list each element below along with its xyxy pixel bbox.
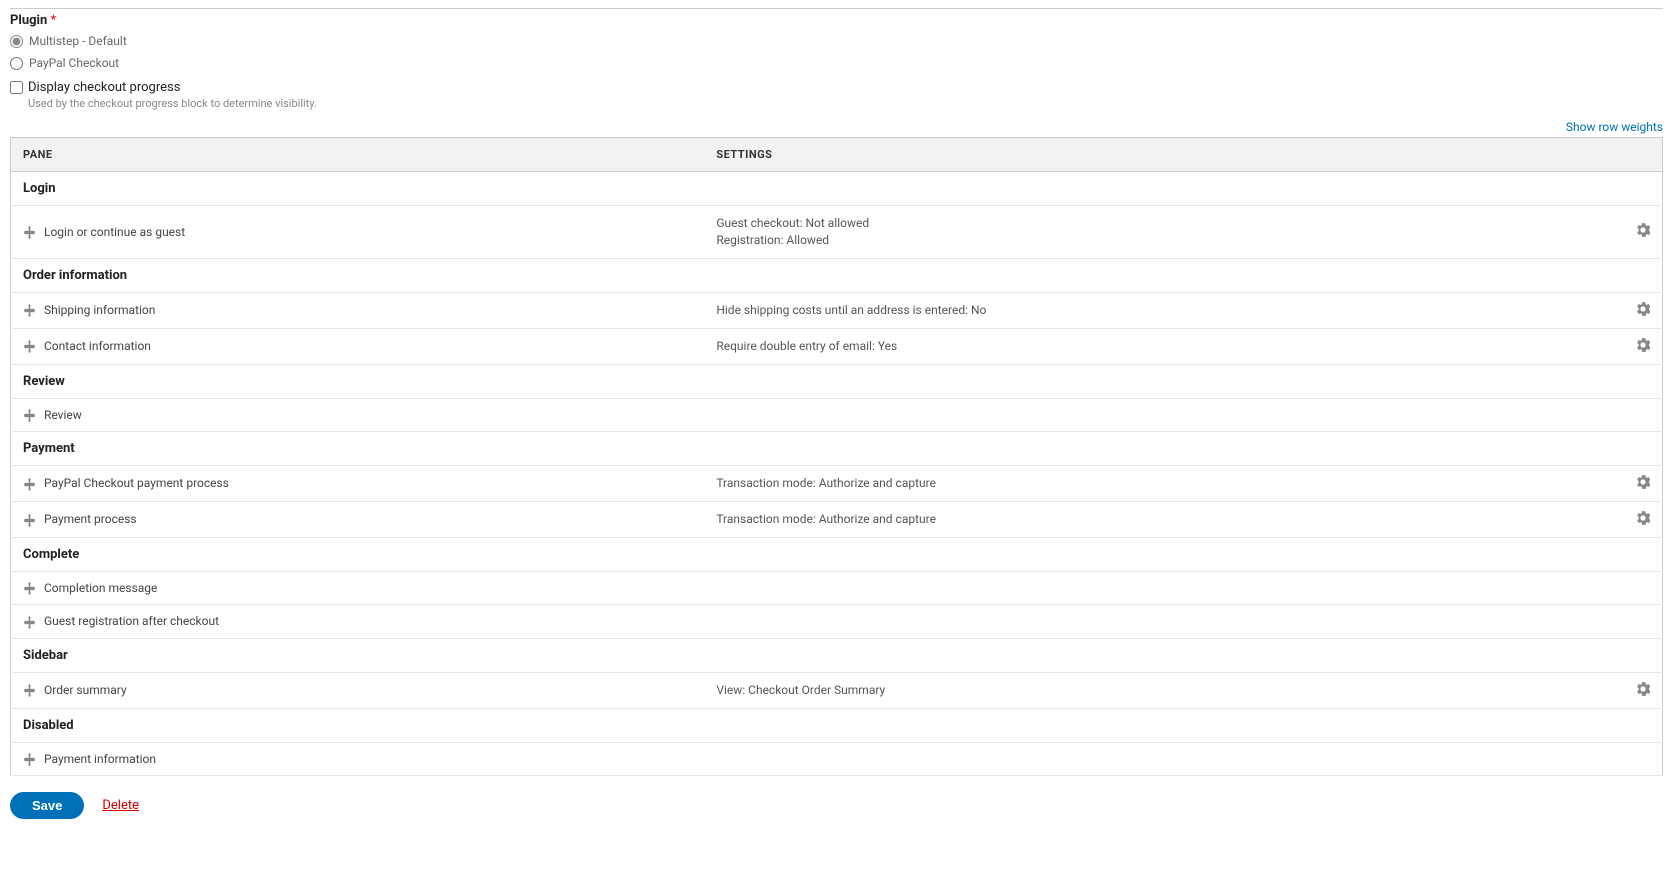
drag-handle-icon[interactable] — [23, 304, 36, 317]
required-mark: * — [51, 13, 57, 28]
pane-name: Order summary — [44, 683, 127, 697]
drag-handle-icon[interactable] — [23, 514, 36, 527]
drag-handle-icon[interactable] — [23, 616, 36, 629]
gear-icon[interactable] — [1636, 511, 1650, 525]
panes-table: PANE SETTINGS LoginLogin or continue as … — [10, 137, 1663, 776]
gear-icon[interactable] — [1636, 302, 1650, 316]
pane-name: Guest registration after checkout — [44, 614, 219, 628]
pane-name: Shipping information — [44, 303, 155, 317]
display-progress-label: Display checkout progress — [28, 80, 180, 95]
table-row: PayPal Checkout payment process Transacti… — [11, 465, 1663, 501]
gear-icon[interactable] — [1636, 475, 1650, 489]
section-title: Sidebar — [11, 638, 1663, 672]
drag-handle-icon[interactable] — [23, 226, 36, 239]
pane-name: Contact information — [44, 339, 151, 353]
section-title: Payment — [11, 431, 1663, 465]
drag-handle-icon[interactable] — [23, 409, 36, 422]
plugin-label: Plugin — [10, 13, 47, 28]
table-row: Completion message — [11, 571, 1663, 604]
pane-name: Payment information — [44, 752, 156, 766]
section-title: Order information — [11, 258, 1663, 292]
pane-settings — [704, 742, 1624, 775]
plugin-radio-0[interactable] — [10, 35, 23, 48]
table-row: Shipping information Hide shipping costs … — [11, 292, 1663, 328]
table-row: Payment information — [11, 742, 1663, 775]
table-row: Order summary View: Checkout Order Summar… — [11, 672, 1663, 708]
drag-handle-icon[interactable] — [23, 753, 36, 766]
pane-name: Review — [44, 408, 82, 422]
display-progress-help: Used by the checkout progress block to d… — [28, 97, 1663, 110]
plugin-radio-label-1: PayPal Checkout — [29, 56, 119, 70]
section-title: Complete — [11, 537, 1663, 571]
section-title: Review — [11, 364, 1663, 398]
th-settings: SETTINGS — [704, 138, 1624, 172]
table-row: Guest registration after checkout — [11, 605, 1663, 638]
table-row: Contact information Require double entry … — [11, 328, 1663, 364]
th-gear — [1624, 138, 1663, 172]
pane-name: PayPal Checkout payment process — [44, 476, 229, 490]
pane-settings — [704, 571, 1624, 604]
table-row: Payment process Transaction mode: Authori… — [11, 501, 1663, 537]
delete-link[interactable]: Delete — [102, 798, 139, 813]
save-button[interactable]: Save — [10, 792, 84, 819]
plugin-radio-1[interactable] — [10, 57, 23, 70]
drag-handle-icon[interactable] — [23, 582, 36, 595]
gear-icon[interactable] — [1636, 338, 1650, 352]
table-row: Review — [11, 398, 1663, 431]
plugin-radio-label-0: Multistep - Default — [29, 34, 127, 48]
pane-settings — [704, 605, 1624, 638]
pane-settings — [704, 398, 1624, 431]
section-title: Disabled — [11, 708, 1663, 742]
gear-icon[interactable] — [1636, 223, 1650, 237]
pane-settings: View: Checkout Order Summary — [704, 672, 1624, 708]
drag-handle-icon[interactable] — [23, 340, 36, 353]
show-row-weights-link[interactable]: Show row weights — [1566, 120, 1663, 134]
pane-settings: Hide shipping costs until an address is … — [704, 292, 1624, 328]
table-row: Login or continue as guest Guest checkout… — [11, 206, 1663, 259]
pane-name: Payment process — [44, 512, 137, 526]
gear-icon[interactable] — [1636, 682, 1650, 696]
pane-settings: Transaction mode: Authorize and capture — [704, 465, 1624, 501]
display-progress-checkbox[interactable] — [10, 81, 23, 94]
pane-settings: Guest checkout: Not allowedRegistration:… — [704, 206, 1624, 259]
drag-handle-icon[interactable] — [23, 478, 36, 491]
pane-settings: Transaction mode: Authorize and capture — [704, 501, 1624, 537]
section-title: Login — [11, 172, 1663, 206]
pane-name: Completion message — [44, 581, 157, 595]
th-pane: PANE — [11, 138, 705, 172]
drag-handle-icon[interactable] — [23, 684, 36, 697]
pane-name: Login or continue as guest — [44, 225, 185, 239]
pane-settings: Require double entry of email: Yes — [704, 328, 1624, 364]
